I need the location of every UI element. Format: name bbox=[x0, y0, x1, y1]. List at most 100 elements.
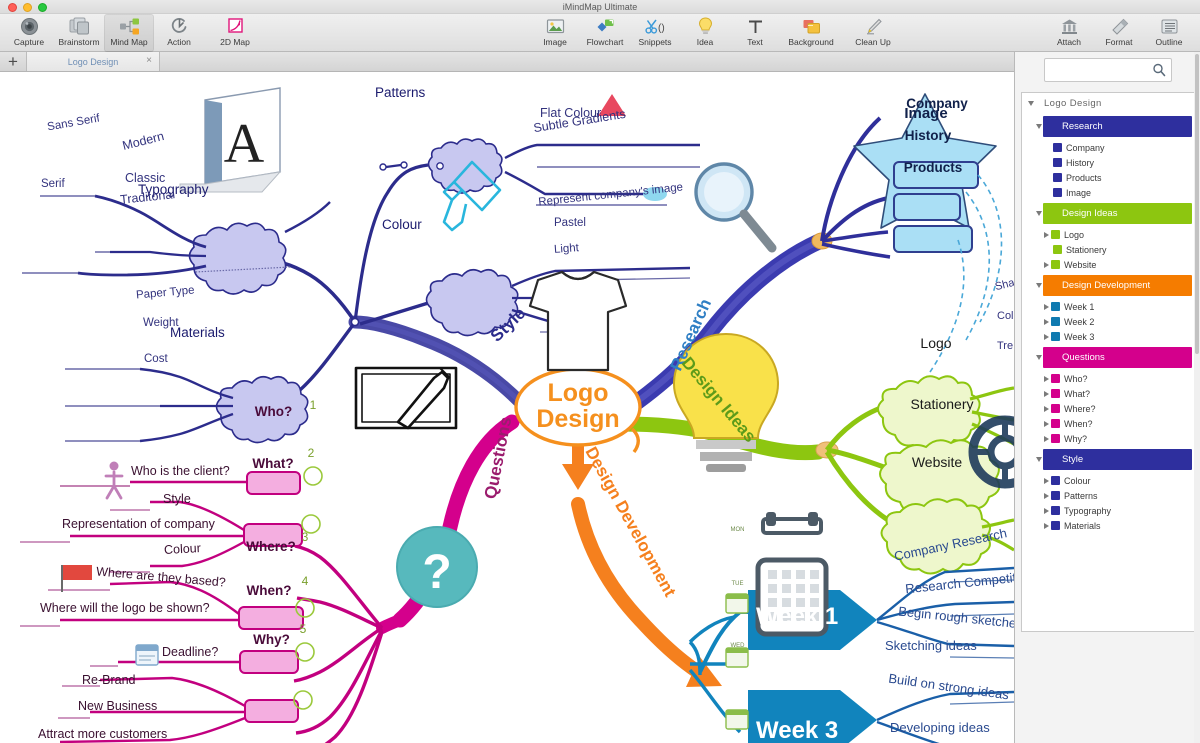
outline-branch[interactable]: Style bbox=[1022, 446, 1194, 473]
outline-branch[interactable]: Design Development bbox=[1022, 272, 1194, 299]
outline-color-swatch bbox=[1053, 188, 1062, 197]
typography-clipart: A bbox=[179, 87, 282, 193]
design-development-branch[interactable] bbox=[562, 425, 722, 687]
chevron-right-icon[interactable] bbox=[1044, 405, 1049, 412]
outline-child-item[interactable]: When? bbox=[1022, 416, 1194, 431]
scrollbar-thumb[interactable] bbox=[1195, 54, 1199, 354]
toolbar-right-group: Attach Format Outline bbox=[1044, 14, 1194, 52]
chevron-right-icon[interactable] bbox=[1044, 507, 1049, 514]
chevron-down-icon[interactable] bbox=[1036, 211, 1042, 216]
panel-scrollbar[interactable] bbox=[1194, 52, 1200, 743]
outline-color-swatch bbox=[1051, 302, 1060, 311]
outline-child-item[interactable]: Patterns bbox=[1022, 488, 1194, 503]
toolbar-label: Clean Up bbox=[855, 37, 891, 47]
chevron-down-icon[interactable] bbox=[1036, 283, 1042, 288]
outline-child-item[interactable]: Week 2 bbox=[1022, 314, 1194, 329]
outline-child-item[interactable]: Products bbox=[1022, 170, 1194, 185]
imindmap-window: iMindMap Ultimate Capture Brainstorm Min… bbox=[0, 0, 1200, 743]
outline-child-item[interactable]: Company bbox=[1022, 140, 1194, 155]
outline-color-swatch bbox=[1051, 476, 1060, 485]
chevron-down-icon[interactable] bbox=[1036, 457, 1042, 462]
outline-child-label: Typography bbox=[1064, 505, 1112, 516]
toolbar-button-idea[interactable]: Idea bbox=[680, 14, 730, 52]
outline-child-item[interactable]: What? bbox=[1022, 386, 1194, 401]
chevron-right-icon[interactable] bbox=[1044, 390, 1049, 397]
outline-child-item[interactable]: Week 1 bbox=[1022, 299, 1194, 314]
chevron-down-icon[interactable] bbox=[1036, 355, 1042, 360]
toolbar-button-background[interactable]: Background bbox=[780, 14, 842, 52]
outline-child-label: History bbox=[1066, 157, 1095, 168]
toolbar-button-flowchart[interactable]: Flowchart bbox=[580, 14, 630, 52]
outline-child-label: Week 1 bbox=[1064, 301, 1095, 312]
chevron-right-icon[interactable] bbox=[1044, 492, 1049, 499]
chevron-right-icon[interactable] bbox=[1044, 303, 1049, 310]
outline-child-item[interactable]: Why? bbox=[1022, 431, 1194, 446]
outline-child-item[interactable]: Week 3 bbox=[1022, 329, 1194, 344]
outline-branch-label: Questions bbox=[1062, 352, 1105, 363]
chevron-right-icon[interactable] bbox=[1044, 375, 1049, 382]
chevron-right-icon[interactable] bbox=[1044, 435, 1049, 442]
chevron-right-icon[interactable] bbox=[1044, 420, 1049, 427]
search-box[interactable] bbox=[1044, 58, 1172, 82]
toolbar-button-mind-map[interactable]: Mind Map bbox=[104, 14, 154, 52]
cleanup-icon bbox=[864, 16, 883, 36]
central-node[interactable] bbox=[514, 367, 642, 454]
outline-child-item[interactable]: Who? bbox=[1022, 371, 1194, 386]
toolbar-button-attach[interactable]: Attach bbox=[1044, 14, 1094, 52]
outline-color-swatch bbox=[1051, 506, 1060, 515]
tab-logo-design[interactable]: Logo Design × bbox=[26, 52, 160, 71]
mindmap-canvas[interactable]: A ? Logo Design Style Research Design Id… bbox=[0, 72, 1014, 743]
toolbar-button-clean-up[interactable]: Clean Up bbox=[842, 14, 904, 52]
outline-child-label: Logo bbox=[1064, 229, 1085, 240]
magnifier-clipart bbox=[694, 162, 777, 253]
new-tab-button[interactable]: + bbox=[5, 53, 21, 70]
outline-child-item[interactable]: Where? bbox=[1022, 401, 1194, 416]
outline-branch[interactable]: Research bbox=[1022, 113, 1194, 140]
toolbar-button-2d-map[interactable]: 2D Map bbox=[204, 14, 266, 52]
toolbar-label: Capture bbox=[13, 37, 45, 47]
toolbar-label: Text bbox=[747, 37, 763, 47]
toolbar-label: Outline bbox=[1155, 37, 1183, 47]
toolbar-button-brainstorm[interactable]: Brainstorm bbox=[54, 14, 104, 52]
toolbar-center-group: Image Flowchart () Snippets Idea Text Ba… bbox=[530, 14, 904, 52]
chevron-right-icon[interactable] bbox=[1044, 261, 1049, 268]
search-input[interactable] bbox=[1049, 59, 1149, 81]
outline-icon bbox=[1160, 16, 1179, 36]
outline-child-label: Week 2 bbox=[1064, 316, 1095, 327]
outline-child-item[interactable]: Website bbox=[1022, 257, 1194, 272]
toolbar-button-capture[interactable]: Capture bbox=[4, 14, 54, 52]
toolbar-button-snippets[interactable]: () Snippets bbox=[630, 14, 680, 52]
chevron-down-icon[interactable] bbox=[1036, 124, 1042, 129]
outline-child-item[interactable]: History bbox=[1022, 155, 1194, 170]
toolbar-button-text[interactable]: Text bbox=[730, 14, 780, 52]
outline-child-label: Stationery bbox=[1066, 244, 1107, 255]
outline-child-item[interactable]: Colour bbox=[1022, 473, 1194, 488]
outline-child-label: Colour bbox=[1064, 475, 1091, 486]
image-icon bbox=[546, 16, 565, 36]
outline-child-item[interactable]: Materials bbox=[1022, 518, 1194, 533]
chevron-down-icon[interactable] bbox=[1028, 100, 1034, 106]
outline-child-item[interactable]: Logo bbox=[1022, 227, 1194, 242]
outline-root-item[interactable]: Logo Design bbox=[1022, 93, 1194, 113]
toolbar-button-outline[interactable]: Outline bbox=[1144, 14, 1194, 52]
chevron-right-icon[interactable] bbox=[1044, 231, 1049, 238]
app-title: iMindMap Ultimate bbox=[562, 2, 638, 12]
chevron-right-icon[interactable] bbox=[1044, 318, 1049, 325]
search-icon[interactable] bbox=[1152, 63, 1166, 82]
outline-child-label: Materials bbox=[1064, 520, 1101, 531]
toolbar-button-image[interactable]: Image bbox=[530, 14, 580, 52]
chevron-right-icon[interactable] bbox=[1044, 522, 1049, 529]
mindmap-svg: A ? bbox=[20, 87, 1014, 743]
outline-child-item[interactable]: Stationery bbox=[1022, 242, 1194, 257]
outline-branch[interactable]: Design Ideas bbox=[1022, 200, 1194, 227]
outline-child-label: Patterns bbox=[1064, 490, 1098, 501]
close-icon[interactable]: × bbox=[146, 55, 152, 67]
outline-tree[interactable]: Logo Design Research Company History Produc… bbox=[1021, 92, 1195, 632]
toolbar-button-format[interactable]: Format bbox=[1094, 14, 1144, 52]
outline-child-item[interactable]: Typography bbox=[1022, 503, 1194, 518]
toolbar-button-action[interactable]: Action bbox=[154, 14, 204, 52]
chevron-right-icon[interactable] bbox=[1044, 333, 1049, 340]
outline-child-item[interactable]: Image bbox=[1022, 185, 1194, 200]
chevron-right-icon[interactable] bbox=[1044, 477, 1049, 484]
outline-branch[interactable]: Questions bbox=[1022, 344, 1194, 371]
